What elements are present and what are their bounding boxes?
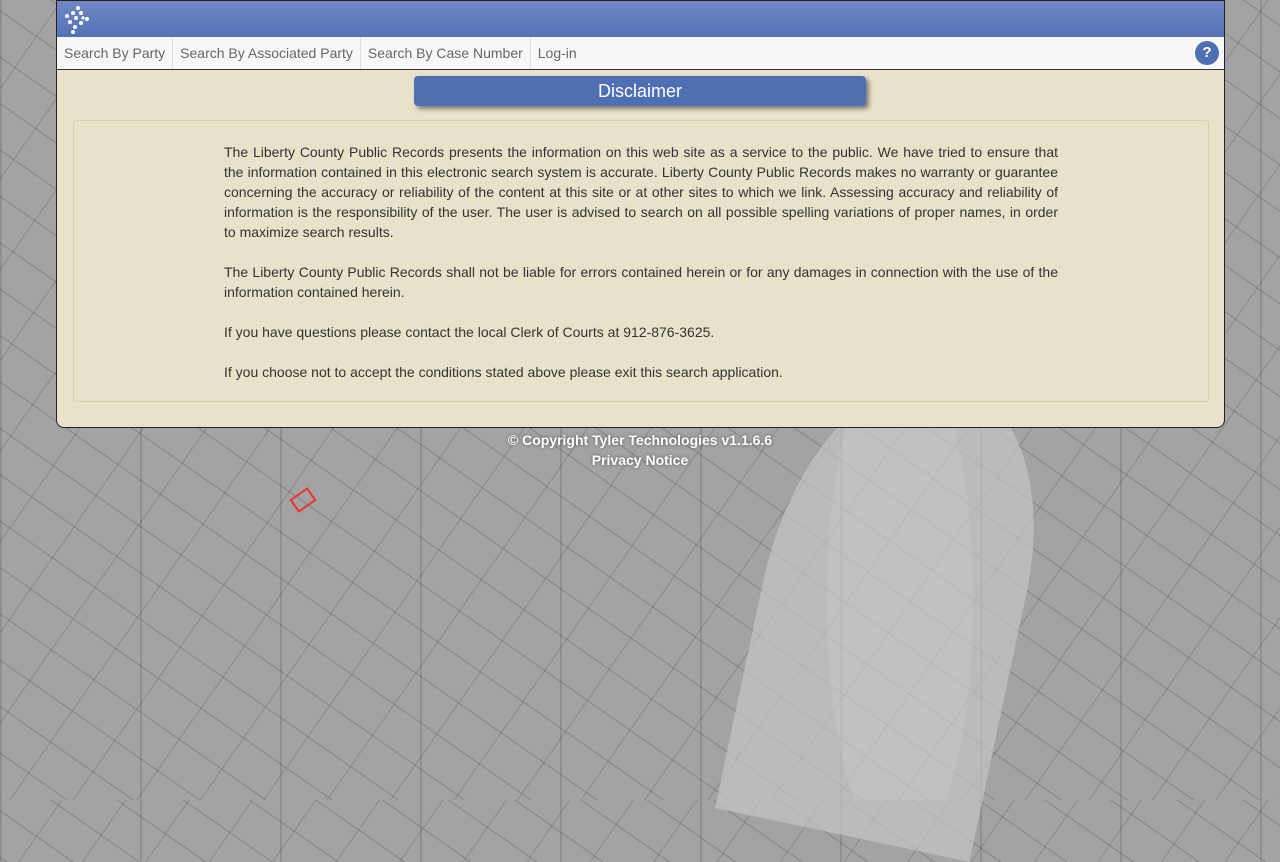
- disclaimer-title: Disclaimer: [414, 76, 866, 106]
- nav-bar: Search By Party Search By Associated Par…: [57, 37, 1224, 70]
- map-marker: [289, 487, 316, 513]
- disclaimer-paragraph: If you have questions please contact the…: [224, 322, 1058, 342]
- nav-search-by-case-number[interactable]: Search By Case Number: [361, 37, 531, 69]
- disclaimer-paragraph: If you choose not to accept the conditio…: [224, 362, 1058, 382]
- footer: © Copyright Tyler Technologies v1.1.6.6 …: [0, 430, 1280, 470]
- nav-search-by-party[interactable]: Search By Party: [57, 37, 173, 69]
- copyright-text: © Copyright Tyler Technologies v1.1.6.6: [0, 430, 1280, 450]
- nav-log-in[interactable]: Log-in: [531, 37, 584, 69]
- disclaimer-panel: The Liberty County Public Records presen…: [73, 120, 1209, 402]
- disclaimer-paragraph: The Liberty County Public Records presen…: [224, 142, 1058, 242]
- privacy-notice-link[interactable]: Privacy Notice: [592, 452, 689, 468]
- header-bar: [57, 1, 1224, 37]
- logo-icon[interactable]: [63, 5, 93, 35]
- app-window: Search By Party Search By Associated Par…: [56, 0, 1225, 428]
- nav-search-by-associated-party[interactable]: Search By Associated Party: [173, 37, 361, 69]
- disclaimer-paragraph: The Liberty County Public Records shall …: [224, 262, 1058, 302]
- help-icon[interactable]: ?: [1195, 41, 1219, 65]
